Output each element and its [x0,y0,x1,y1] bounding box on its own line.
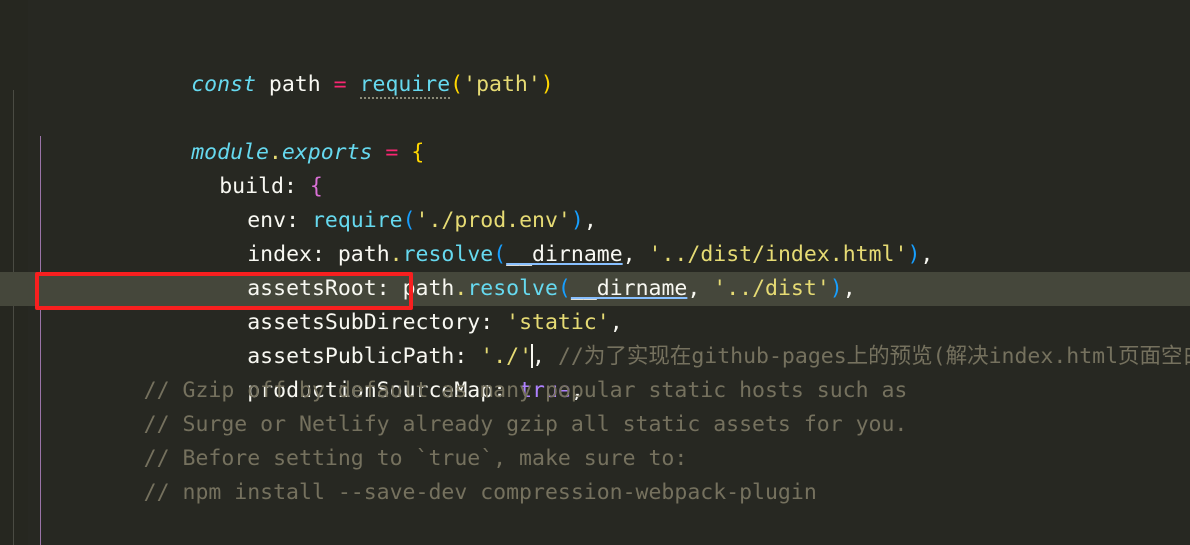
code-line-1[interactable]: const path = require('path') [0,0,1190,99]
token-comment: // Gzip off by default as many popular s… [143,378,908,403]
code-editor[interactable]: const path = require('path') module.expo… [0,0,1190,545]
token-paren-close: ) [829,276,843,301]
token-fn-require: require [359,72,451,99]
token-var-path: path [268,72,321,97]
token-comment: // npm install --save-dev compression-we… [143,480,817,505]
token-comma: , [920,242,934,267]
token-string-path: 'path' [463,72,541,97]
token-comment-chinese: //为了实现在github-pages上的预览(解决index.html页面空白… [557,344,1190,369]
code-lines: const path = require('path') module.expo… [0,0,1190,545]
token-paren-open: ( [450,72,464,97]
token-assign-operator: = [333,72,347,97]
token-paren-close: ) [907,242,921,267]
token-comma: , [842,276,856,301]
token-keyword-const: const [191,72,256,97]
token-brace-open-level0: { [411,140,425,165]
token-comma: , [687,276,714,301]
token-comment: // Before setting to `true`, make sure t… [143,446,688,471]
token-paren-close: ) [540,72,554,97]
token-string-dist: '../dist' [713,276,830,301]
token-comment: // Surge or Netlify already gzip all sta… [143,412,908,437]
token-assign-operator: = [385,140,399,165]
